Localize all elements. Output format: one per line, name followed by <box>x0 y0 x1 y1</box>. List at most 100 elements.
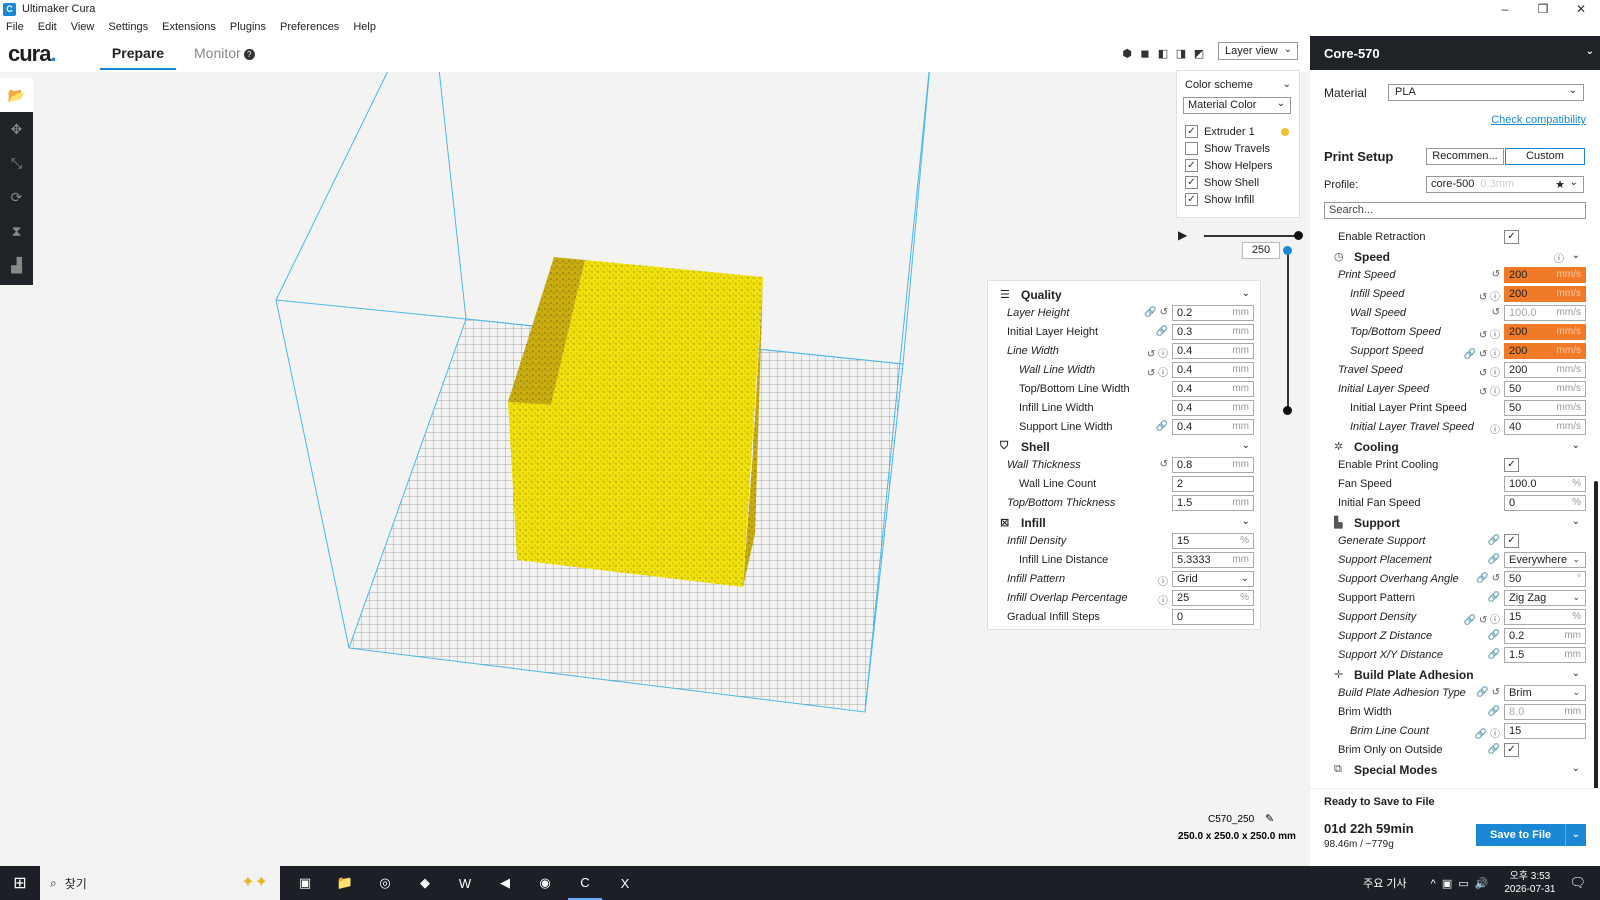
initial-layer-print-speed-field[interactable]: 50 mm/s <box>1504 400 1586 416</box>
minimize-icon[interactable]: – <box>1486 0 1524 18</box>
fan-speed-field[interactable]: 100.0% <box>1504 476 1586 492</box>
close-icon[interactable]: ✕ <box>1562 0 1600 18</box>
checkbox[interactable]: ✓ <box>1504 743 1519 757</box>
travel-speed-field[interactable]: 200 mm/s <box>1504 362 1586 378</box>
layer-top-handle[interactable] <box>1283 246 1292 255</box>
vscode-icon[interactable]: ◀ <box>488 866 522 900</box>
scale-tool-icon[interactable]: ⤡ <box>0 146 33 180</box>
checkbox[interactable]: ✓ <box>1185 125 1198 138</box>
category-build-plate-adhesion[interactable]: ✛ Build Plate Adhesion ⌄ <box>1310 665 1600 684</box>
setting-icons[interactable]: 🔗 <box>1448 649 1500 660</box>
file-explorer-icon[interactable]: 📁 <box>328 866 362 900</box>
checkbox[interactable]: ✓ <box>1504 534 1519 548</box>
app-icon[interactable]: ◆ <box>408 866 442 900</box>
option-show-infill[interactable]: ✓ Show Infill <box>1185 193 1254 206</box>
restore-icon[interactable]: ❐ <box>1524 0 1562 18</box>
save-to-file-button[interactable]: Save to File ⌄ <box>1476 824 1586 846</box>
initial-layer-height-field[interactable]: 0.3 mm <box>1172 324 1254 340</box>
clock[interactable]: 오후 3:53 2026-07-31 <box>1504 870 1555 896</box>
mirror-tool-icon[interactable]: ⧗ <box>0 214 33 248</box>
layer-bottom-handle[interactable] <box>1283 406 1292 415</box>
checkbox[interactable]: ✓ <box>1504 458 1519 472</box>
chevron-down-icon[interactable]: ⌄ <box>1564 824 1580 846</box>
view-left-icon[interactable]: ◨ <box>1174 47 1188 61</box>
line-width-field[interactable]: 0.4 mm <box>1172 343 1254 359</box>
chrome-icon[interactable]: ◉ <box>528 866 562 900</box>
support-placement-select[interactable]: Everywhere ⌄ <box>1504 552 1586 568</box>
setting-icons[interactable]: 🔗 <box>1448 535 1500 546</box>
option-show-travels[interactable]: Show Travels <box>1185 142 1270 155</box>
current-layer-input[interactable]: 250 <box>1242 242 1280 259</box>
menu-file[interactable]: File <box>6 21 24 33</box>
material-select[interactable]: PLA ⌄ <box>1388 84 1584 101</box>
setting-icons[interactable]: ↺ <box>1142 459 1168 470</box>
setting-icons[interactable]: ↺ <box>1448 307 1500 318</box>
setting-icons[interactable]: 🔗 ↺ <box>1448 573 1500 584</box>
infill-line-width-field[interactable]: 0.4 mm <box>1172 400 1254 416</box>
star-icon[interactable]: ★ <box>1555 178 1565 191</box>
setting-icons[interactable]: ↺ ⓘ <box>1142 345 1168 360</box>
profile-select[interactable]: core-500 0.3mm ★ ⌄ <box>1426 176 1584 193</box>
checkbox[interactable] <box>1185 142 1198 155</box>
menu-settings[interactable]: Settings <box>108 21 148 33</box>
wall-line-count-field[interactable]: 2 <box>1172 476 1254 492</box>
category-support[interactable]: ▙ Support ⌄ <box>1310 513 1600 532</box>
settings-scrollbar[interactable] <box>1594 481 1598 816</box>
open-file-icon[interactable]: 📂 <box>0 78 33 112</box>
setting-icons[interactable]: 🔗 ↺ <box>1142 307 1168 318</box>
word-icon[interactable]: W <box>448 866 482 900</box>
support-speed-field[interactable]: 200 mm/s <box>1504 343 1586 359</box>
print-speed-field[interactable]: 200 mm/s <box>1504 267 1586 283</box>
checkbox[interactable]: ✓ <box>1504 230 1519 244</box>
check-compatibility-link[interactable]: Check compatibility <box>1491 114 1586 126</box>
windows-start-icon[interactable]: ⊞ <box>0 866 40 900</box>
setting-icons[interactable]: ⓘ <box>1142 592 1168 607</box>
news-widget[interactable]: 주요 기사 <box>1363 875 1407 891</box>
brim-line-count-field[interactable]: 15 <box>1504 723 1586 739</box>
support-blocker-icon[interactable]: ▟ <box>0 248 33 282</box>
settings-search-input[interactable]: Search... <box>1324 202 1586 219</box>
setting-icons[interactable]: 🔗 <box>1448 706 1500 717</box>
initial-layer-travel-speed-field[interactable]: 40 mm/s <box>1504 419 1586 435</box>
tab-prepare[interactable]: Prepare <box>100 45 176 70</box>
info-icon[interactable]: ⓘ <box>1554 250 1564 265</box>
setting-icons[interactable]: ⓘ <box>1142 573 1168 588</box>
menu-extensions[interactable]: Extensions <box>162 21 216 33</box>
support-density-field[interactable]: 15% <box>1504 609 1586 625</box>
setting-icons[interactable]: 🔗 <box>1448 744 1500 755</box>
setting-icons[interactable]: ⓘ <box>1448 421 1500 436</box>
setting-icons[interactable]: 🔗 <box>1142 421 1168 432</box>
notification-icon[interactable]: 🗨 <box>1569 875 1586 891</box>
support-z-distance-field[interactable]: 0.2 mm <box>1504 628 1586 644</box>
infill-overlap-field[interactable]: 25% <box>1172 590 1254 606</box>
initial-layer-speed-field[interactable]: 50 mm/s <box>1504 381 1586 397</box>
option-extruder-1[interactable]: ✓ Extruder 1 <box>1185 125 1295 138</box>
view-3d-icon[interactable]: ⬢ <box>1120 47 1134 61</box>
custom-mode-button[interactable]: Custom <box>1505 148 1585 165</box>
setting-icons[interactable]: 🔗 <box>1142 326 1168 337</box>
menu-preferences[interactable]: Preferences <box>280 21 339 33</box>
infill-line-distance-field[interactable]: 5.3333 mm <box>1172 552 1254 568</box>
excel-icon[interactable]: X <box>608 866 642 900</box>
checkbox[interactable]: ✓ <box>1185 159 1198 172</box>
top-bottom-speed-field[interactable]: 200 mm/s <box>1504 324 1586 340</box>
initial-fan-speed-field[interactable]: 0% <box>1504 495 1586 511</box>
support-overhang-angle-field[interactable]: 50 ° <box>1504 571 1586 587</box>
app-icon[interactable]: ◎ <box>368 866 402 900</box>
category-shell[interactable]: ⛉ Shell ⌄ <box>988 437 1262 456</box>
category-speed[interactable]: ◷ Speed ⓘ ⌄ <box>1310 247 1600 266</box>
recommended-mode-button[interactable]: Recommen... <box>1426 148 1504 165</box>
setting-icons[interactable]: 🔗 ↺ ⓘ <box>1448 345 1500 360</box>
option-show-helpers[interactable]: ✓ Show Helpers <box>1185 159 1272 172</box>
color-scheme-select[interactable]: Material Color ⌄ <box>1183 97 1291 114</box>
setting-icons[interactable]: 🔗 ↺ <box>1448 687 1500 698</box>
category-infill[interactable]: ⊠ Infill ⌄ <box>988 513 1262 532</box>
view-right-icon[interactable]: ◩ <box>1192 47 1206 61</box>
setting-icons[interactable]: 🔗 <box>1448 554 1500 565</box>
task-view-icon[interactable]: ▣ <box>288 866 322 900</box>
category-special-modes[interactable]: ⧉ Special Modes ⌄ <box>1310 760 1600 776</box>
tab-monitor[interactable]: Monitor? <box>194 45 255 61</box>
support-xy-distance-field[interactable]: 1.5 mm <box>1504 647 1586 663</box>
wall-speed-field[interactable]: 100.0 mm/s <box>1504 305 1586 321</box>
taskbar-search[interactable]: ⌕ 찾기 ✦✦ <box>40 866 280 900</box>
